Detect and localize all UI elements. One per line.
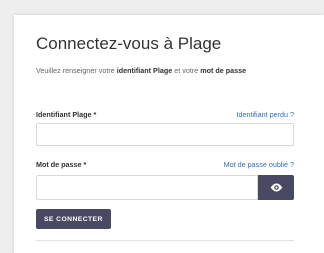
login-card: Connectez-vous à Plage Veuillez renseign… <box>14 15 324 253</box>
divider <box>36 240 294 241</box>
intro-text-mid: et votre <box>172 66 201 75</box>
identifiant-lost-link[interactable]: Identifiant perdu ? <box>236 110 294 119</box>
intro-identifiant-bold: identifiant Plage <box>116 66 173 75</box>
password-input[interactable] <box>36 175 258 200</box>
login-submit-button[interactable]: SE CONNECTER <box>36 209 111 229</box>
password-label: Mot de passe * <box>36 160 87 169</box>
password-forgot-link[interactable]: Mot de passe oublié ? <box>224 160 294 169</box>
eye-icon <box>270 183 282 192</box>
login-instructions: Veuillez renseigner votre identifiant Pl… <box>36 62 296 79</box>
identifiant-label: Identifiant Plage * <box>36 110 97 119</box>
identifiant-input[interactable] <box>36 123 294 146</box>
intro-text-prefix: Veuillez renseigner votre <box>36 66 117 75</box>
page-title: Connectez-vous à Plage <box>36 34 222 53</box>
intro-password-bold: mot de passe <box>200 66 247 75</box>
toggle-password-visibility-button[interactable] <box>258 175 294 200</box>
